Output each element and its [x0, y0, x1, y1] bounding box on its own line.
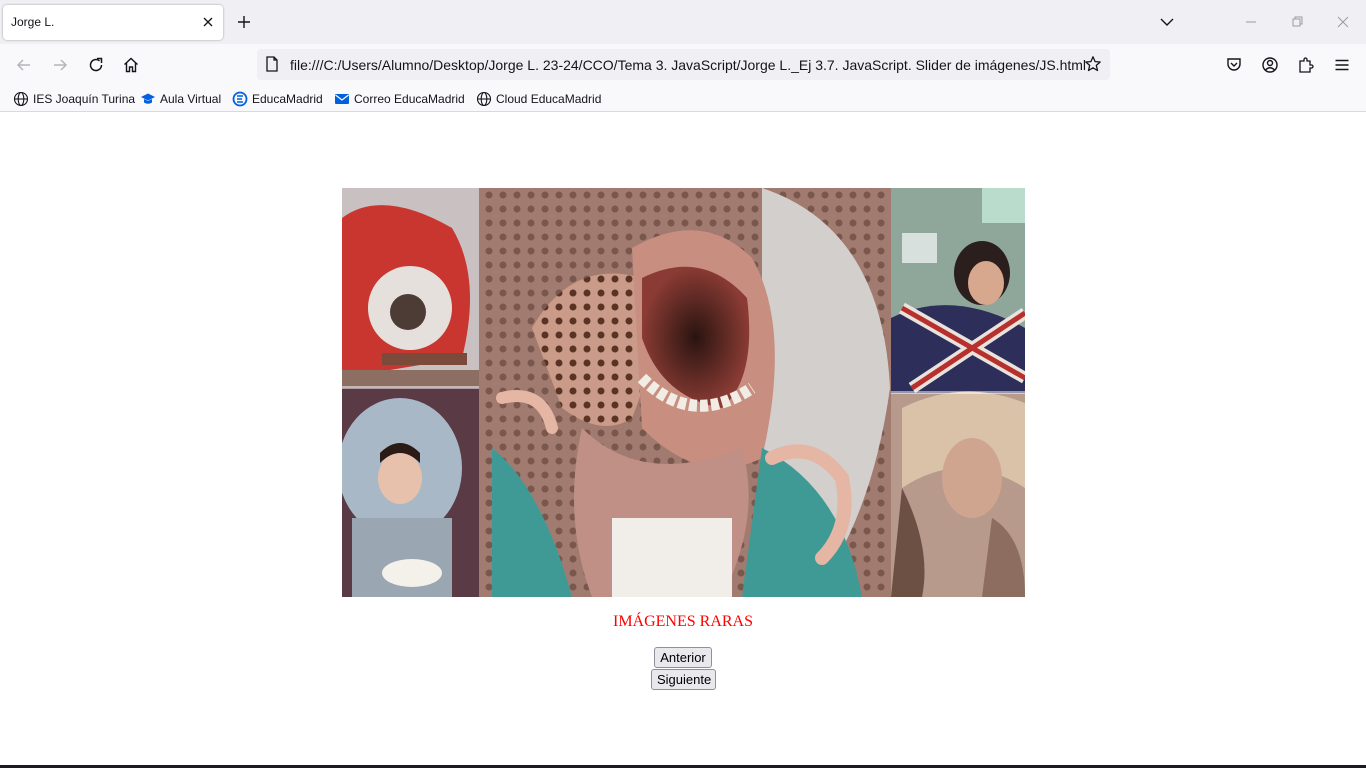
bookmark-star-icon[interactable] [1084, 55, 1102, 73]
bookmark-correo-educamadrid[interactable]: Correo EducaMadrid [334, 90, 465, 107]
close-tab-icon[interactable] [201, 15, 215, 29]
home-icon[interactable] [122, 56, 140, 74]
tab-title: Jorge L. [11, 15, 55, 29]
bookmark-label: Correo EducaMadrid [354, 91, 465, 106]
surreal-collage-picture [342, 188, 1025, 597]
page-document-icon [266, 56, 278, 72]
graduation-cap-icon [141, 93, 155, 104]
globe-icon [476, 91, 492, 106]
tab-active[interactable]: Jorge L. [3, 5, 223, 40]
bookmark-label: Cloud EducaMadrid [496, 91, 602, 106]
page-content: IMÁGENES RARAS Anterior Siguiente [0, 113, 1366, 765]
minimize-icon[interactable] [1243, 14, 1259, 30]
bookmark-label: EducaMadrid [252, 91, 323, 106]
next-button[interactable]: Siguiente [651, 669, 716, 690]
close-window-icon[interactable] [1335, 14, 1351, 30]
bookmark-label: Aula Virtual [160, 91, 222, 106]
bookmark-cloud-educamadrid[interactable]: Cloud EducaMadrid [476, 90, 601, 107]
educamadrid-icon [232, 91, 248, 106]
previous-button[interactable]: Anterior [654, 647, 712, 668]
reload-icon[interactable] [87, 56, 105, 74]
globe-icon [13, 91, 29, 106]
menu-hamburger-icon[interactable] [1333, 56, 1351, 74]
new-tab-plus-icon[interactable] [236, 14, 252, 30]
mail-icon [335, 93, 349, 104]
slider-caption: IMÁGENES RARAS [612, 613, 753, 630]
account-icon[interactable] [1261, 56, 1279, 74]
bookmarks-toolbar: IES Joaquín Turina Aula Virtual EducaMad… [0, 85, 1366, 112]
tab-bar: Jorge L. [0, 0, 1366, 44]
forward-arrow-icon[interactable] [51, 56, 69, 74]
bookmark-aula-virtual[interactable]: Aula Virtual [140, 90, 221, 107]
url-text[interactable]: file:///C:/Users/Alumno/Desktop/Jorge L.… [290, 57, 1086, 73]
back-arrow-icon[interactable] [15, 56, 33, 74]
extensions-puzzle-icon[interactable] [1297, 56, 1315, 74]
slider-image [342, 188, 1025, 597]
address-bar[interactable]: file:///C:/Users/Alumno/Desktop/Jorge L.… [257, 49, 1110, 80]
bookmark-ies-joaquin-turina[interactable]: IES Joaquín Turina [13, 90, 135, 107]
bookmark-label: IES Joaquín Turina [33, 91, 136, 106]
navigation-toolbar: file:///C:/Users/Alumno/Desktop/Jorge L.… [0, 44, 1366, 85]
pocket-icon[interactable] [1225, 56, 1243, 74]
list-all-tabs-chevron-icon[interactable] [1159, 14, 1175, 30]
restore-icon[interactable] [1289, 14, 1305, 30]
bookmark-educamadrid[interactable]: EducaMadrid [232, 90, 323, 107]
